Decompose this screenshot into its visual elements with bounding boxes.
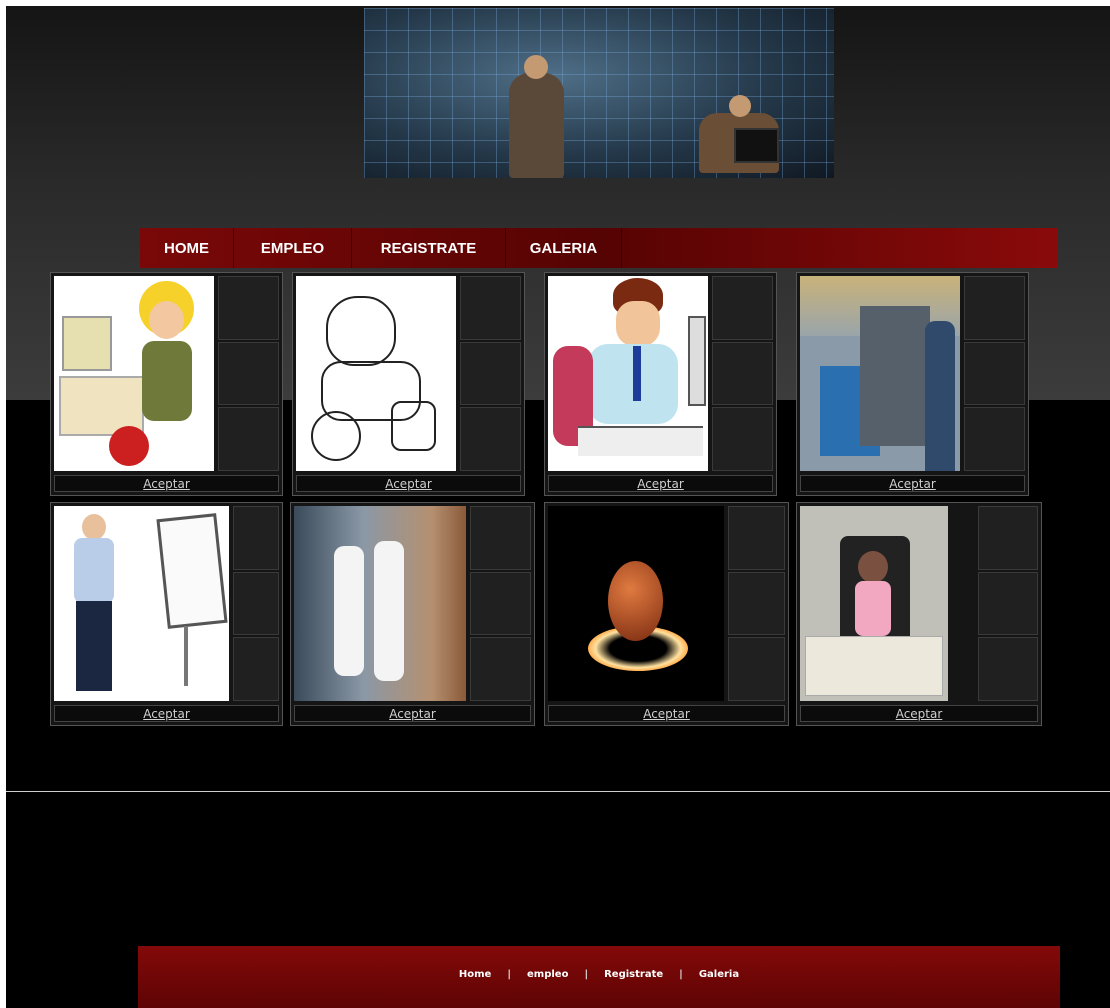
job-card: Aceptar (290, 502, 535, 726)
page: HOME EMPLEO REGISTRATE GALERIA Aceptar A… (6, 6, 1110, 1008)
job-card: Aceptar (796, 272, 1029, 496)
job-photo-mechanic (296, 276, 456, 471)
job-photo-glowing-ball (548, 506, 724, 701)
job-info-cell (460, 407, 521, 472)
job-info-cell (978, 637, 1038, 702)
job-photo-kiosk (800, 506, 948, 701)
job-info-cell (978, 506, 1038, 570)
job-card: Aceptar (796, 502, 1042, 726)
job-info-cell (712, 341, 773, 406)
job-info-cell (233, 571, 279, 636)
accept-button[interactable]: Aceptar (800, 705, 1038, 722)
job-info-cell (218, 276, 279, 340)
job-info-cell (470, 506, 531, 570)
job-info-cell (218, 341, 279, 406)
job-card: Aceptar (50, 502, 283, 726)
accept-button[interactable]: Aceptar (296, 475, 521, 492)
job-info-cell (728, 506, 785, 570)
footer-link-empleo[interactable]: empleo (527, 969, 568, 980)
main-nav: HOME EMPLEO REGISTRATE GALERIA (140, 228, 1058, 268)
accept-button[interactable]: Aceptar (548, 705, 785, 722)
job-card: Aceptar (544, 502, 789, 726)
section-divider (6, 791, 1110, 792)
job-info-cell (964, 276, 1025, 340)
header-banner-image (364, 8, 834, 178)
footer-link-galeria[interactable]: Galeria (699, 969, 739, 980)
job-card: Aceptar (292, 272, 525, 496)
accept-button[interactable]: Aceptar (548, 475, 773, 492)
job-info-cell (964, 341, 1025, 406)
job-info-cell (964, 407, 1025, 472)
accept-button[interactable]: Aceptar (54, 475, 279, 492)
job-photo-guard-chart (54, 506, 229, 701)
job-info-cell (460, 276, 521, 340)
job-photo-nurses (294, 506, 466, 701)
accept-button[interactable]: Aceptar (54, 705, 279, 722)
job-info-cell (218, 407, 279, 472)
footer-nav: Home | empleo | Registrate | Galeria (138, 946, 1060, 1008)
nav-home[interactable]: HOME (140, 228, 234, 268)
job-info-cell (233, 637, 279, 702)
job-photo-woman-phone (54, 276, 214, 471)
job-photo-office-man (548, 276, 708, 471)
job-info-cell (470, 571, 531, 636)
footer-separator: | (679, 968, 683, 980)
job-info-cell (728, 637, 785, 702)
footer-separator: | (507, 968, 511, 980)
job-info-cell (712, 276, 773, 340)
accept-button[interactable]: Aceptar (800, 475, 1025, 492)
footer-link-home[interactable]: Home (459, 969, 491, 980)
job-info-cell (712, 407, 773, 472)
job-photo-factory (800, 276, 960, 471)
job-card: Aceptar (544, 272, 777, 496)
nav-registrate[interactable]: REGISTRATE (352, 228, 506, 268)
accept-button[interactable]: Aceptar (294, 705, 531, 722)
job-info-cell (978, 571, 1038, 636)
job-card: Aceptar (50, 272, 283, 496)
job-info-cell (233, 506, 279, 570)
footer-link-registrate[interactable]: Registrate (604, 969, 663, 980)
job-info-cell (470, 637, 531, 702)
job-info-cell (460, 341, 521, 406)
job-info-cell (728, 571, 785, 636)
nav-galeria[interactable]: GALERIA (506, 228, 622, 268)
nav-empleo[interactable]: EMPLEO (234, 228, 352, 268)
footer-separator: | (584, 968, 589, 980)
